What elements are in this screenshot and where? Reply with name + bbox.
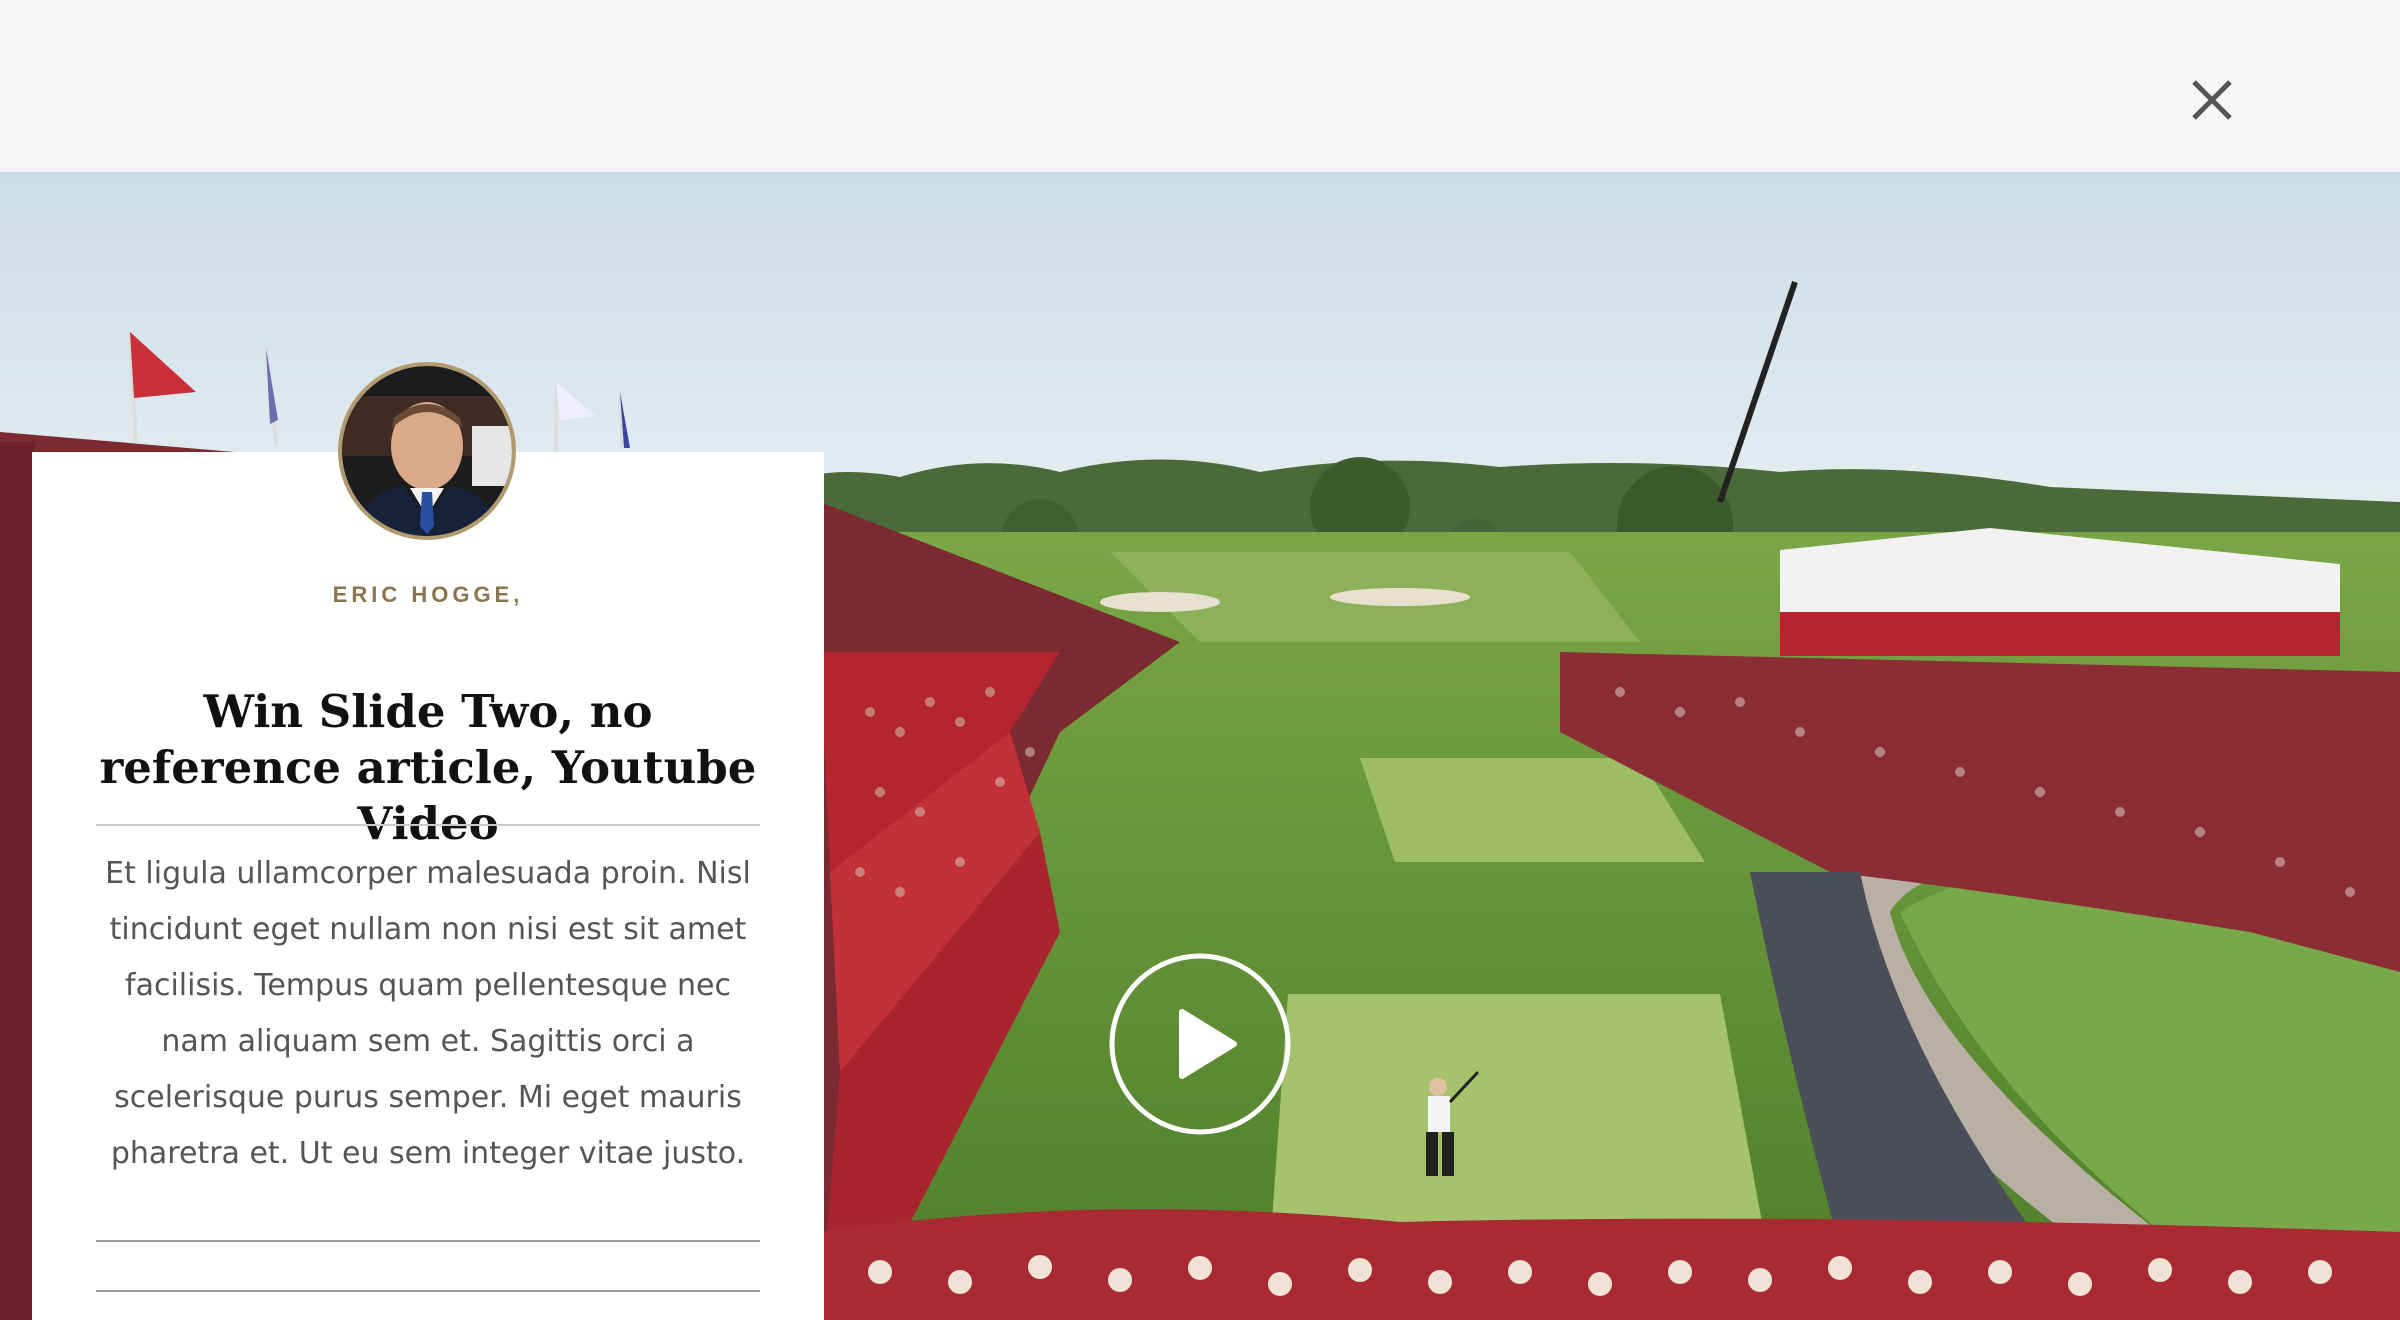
close-button[interactable] [2182,70,2242,130]
article-body: Et ligula ullamcorper malesuada proin. N… [105,856,751,1171]
article-title: Win Slide Two, no reference article, You… [99,685,757,850]
play-icon [1109,953,1291,1135]
footer-divider-1 [96,1240,760,1242]
play-button[interactable] [1108,952,1292,1136]
modal-header [0,0,2400,172]
article-card: ERIC HOGGE, Win Slide Two, no reference … [32,452,824,1320]
title-divider [96,824,760,826]
close-icon [2192,80,2232,120]
author-name: ERIC HOGGE, [332,582,524,607]
author-avatar [338,362,516,540]
footer-divider-2 [96,1290,760,1292]
